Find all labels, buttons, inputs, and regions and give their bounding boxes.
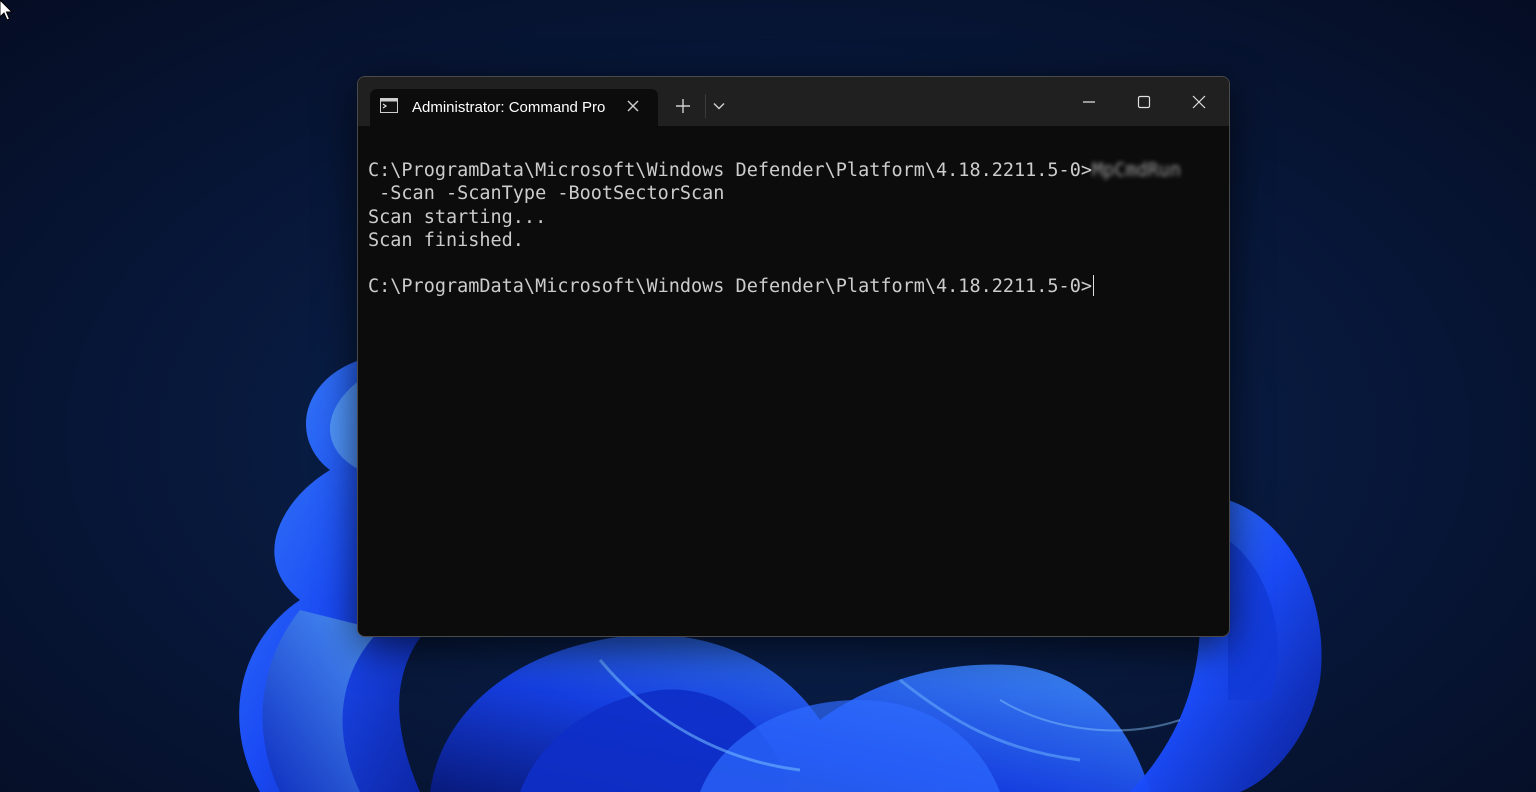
tab-command-prompt[interactable]: Administrator: Command Pro (370, 89, 658, 126)
prompt-text: C:\ProgramData\Microsoft\Windows Defende… (368, 160, 1092, 181)
title-bar[interactable]: Administrator: Command Pro (358, 77, 1229, 126)
minimize-icon (1083, 101, 1095, 103)
terminal-input-line[interactable]: C:\ProgramData\Microsoft\Windows Defende… (368, 275, 1208, 298)
text-caret (1092, 275, 1095, 297)
terminal-line: -Scan -ScanType -BootSectorScan (368, 183, 725, 205)
command-prompt-icon (380, 98, 398, 113)
terminal-line: Scan starting... (368, 206, 547, 228)
tab-divider (705, 94, 706, 118)
maximize-button[interactable] (1116, 77, 1171, 126)
terminal-output[interactable]: C:\ProgramData\Microsoft\Windows Defende… (368, 159, 1208, 619)
redacted-command: MpCmdRun (1091, 160, 1182, 181)
plus-icon[interactable] (674, 97, 692, 115)
terminal-line: C:\ProgramData\Microsoft\Windows Defende… (368, 159, 1208, 182)
close-icon (1192, 95, 1206, 109)
prompt-text: C:\ProgramData\Microsoft\Windows Defende… (368, 276, 1092, 298)
close-tab-icon[interactable] (626, 99, 640, 113)
tab-title: Administrator: Command Pro (412, 99, 606, 116)
terminal-window: Administrator: Command Pro C:\ProgramDat… (357, 76, 1230, 637)
terminal-line: Scan finished. (368, 229, 524, 251)
maximize-icon (1137, 95, 1151, 109)
close-button[interactable] (1171, 77, 1226, 126)
chevron-down-icon[interactable] (712, 99, 726, 113)
minimize-button[interactable] (1061, 77, 1116, 126)
mouse-cursor-icon (0, 0, 14, 21)
